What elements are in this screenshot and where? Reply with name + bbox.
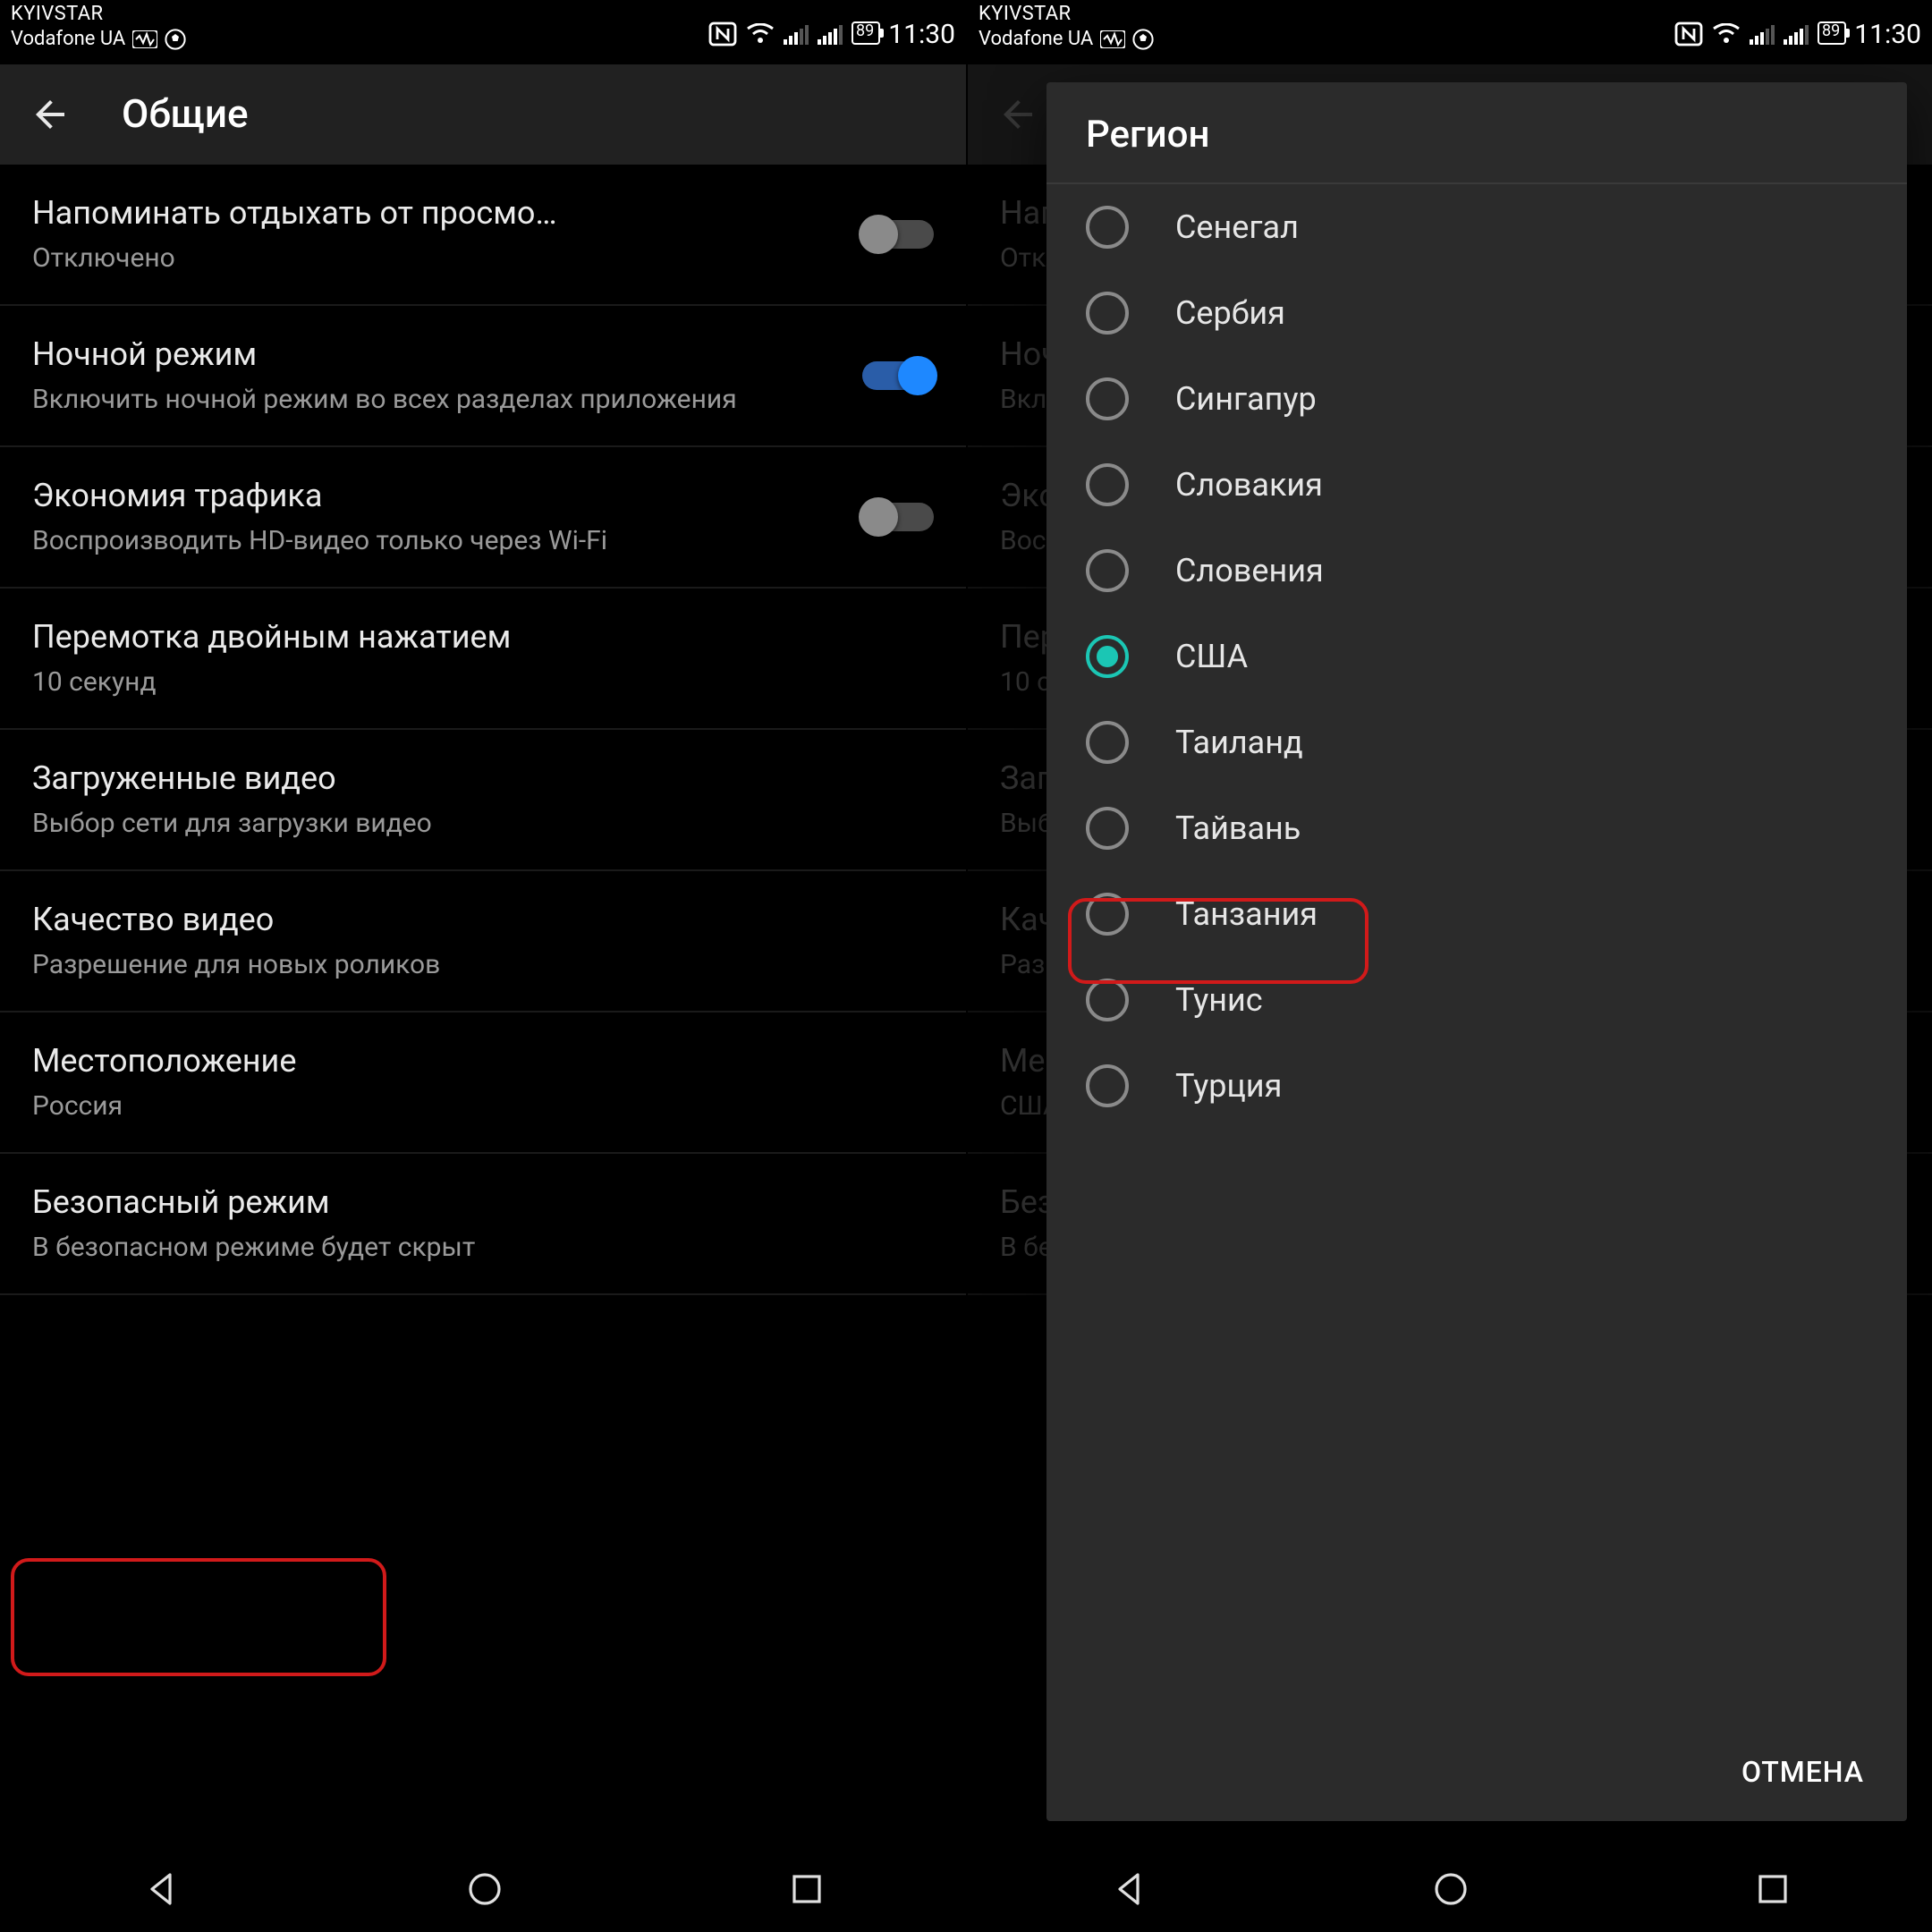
region-options[interactable]: Сенегал Сербия Сингапур Словакия Словени… (1046, 184, 1907, 1726)
activity-icon (132, 30, 157, 48)
nav-home-icon[interactable] (465, 1869, 504, 1909)
battery-indicator: 89 (1817, 21, 1845, 45)
region-option[interactable]: Сербия (1046, 270, 1907, 356)
region-option[interactable]: Словения (1046, 528, 1907, 614)
toggle-data-saver[interactable] (862, 503, 934, 531)
radio-icon (1086, 292, 1129, 335)
clock: 11:30 (1854, 21, 1921, 46)
radio-icon (1086, 377, 1129, 420)
radio-icon (1086, 979, 1129, 1021)
nav-recents-icon[interactable] (788, 1871, 824, 1907)
region-dialog: Регион Сенегал Сербия Сингапур Словакия … (1046, 82, 1907, 1821)
nfc-icon (1674, 21, 1702, 46)
carrier-1: KYIVSTAR (979, 2, 1154, 27)
region-option[interactable]: Сингапур (1046, 356, 1907, 442)
app-bar: Общие (0, 64, 966, 165)
radio-icon (1086, 635, 1129, 678)
setting-downloads[interactable]: Загруженные видеоВыбор сети для загрузки… (0, 730, 966, 871)
toggle-remind-break[interactable] (862, 220, 934, 249)
region-option[interactable]: Танзания (1046, 871, 1907, 957)
setting-data-saver[interactable]: Экономия трафикаВоспроизводить HD-видео … (0, 447, 966, 589)
carrier-2: Vodafone UA (11, 27, 125, 52)
region-option[interactable]: Сенегал (1046, 184, 1907, 270)
nav-home-icon[interactable] (1432, 1869, 1471, 1909)
setting-remind-break[interactable]: Напоминать отдыхать от просмо…Отключено (0, 165, 966, 306)
screenshot-right: KYIVSTAR Vodafone UA 89 11:30 (966, 0, 1932, 1932)
setting-double-tap-seek[interactable]: Перемотка двойным нажатием10 секунд (0, 589, 966, 730)
signal-1-icon (1749, 22, 1774, 44)
toggle-night-mode[interactable] (862, 361, 934, 390)
nav-recents-icon[interactable] (1755, 1871, 1791, 1907)
football-icon (1132, 29, 1154, 50)
setting-video-quality[interactable]: Качество видеоРазрешение для новых ролик… (0, 871, 966, 1013)
nav-bar (0, 1846, 966, 1932)
region-option-selected[interactable]: США (1046, 614, 1907, 699)
radio-icon (1086, 807, 1129, 850)
battery-indicator: 89 (851, 21, 879, 45)
radio-icon (1086, 206, 1129, 249)
setting-location[interactable]: МестоположениеРоссия (0, 1013, 966, 1154)
radio-icon (1086, 1064, 1129, 1107)
settings-list[interactable]: Напоминать отдыхать от просмо…Отключено … (0, 165, 966, 1295)
screenshot-left: KYIVSTAR Vodafone UA 89 11:30 Общие (0, 0, 966, 1932)
nav-back-icon[interactable] (142, 1869, 182, 1909)
region-option[interactable]: Таиланд (1046, 699, 1907, 785)
highlight-location (11, 1558, 386, 1676)
radio-icon (1086, 463, 1129, 506)
signal-2-icon (817, 22, 842, 44)
setting-safe-mode[interactable]: Безопасный режимВ безопасном режиме буде… (0, 1154, 966, 1295)
back-button[interactable] (14, 79, 86, 150)
region-option[interactable]: Тайвань (1046, 785, 1907, 871)
clock: 11:30 (888, 21, 955, 46)
carrier-1: KYIVSTAR (11, 2, 186, 27)
setting-night-mode[interactable]: Ночной режимВключить ночной режим во все… (0, 306, 966, 447)
status-bar: KYIVSTAR Vodafone UA 89 11:30 (968, 0, 1932, 64)
status-bar: KYIVSTAR Vodafone UA 89 11:30 (0, 0, 966, 64)
radio-icon (1086, 893, 1129, 936)
wifi-icon (745, 22, 774, 44)
nav-bar (968, 1846, 1932, 1932)
signal-1-icon (783, 22, 808, 44)
wifi-icon (1711, 22, 1740, 44)
nav-back-icon[interactable] (1109, 1869, 1148, 1909)
cancel-button[interactable]: ОТМЕНА (1724, 1741, 1882, 1803)
football-icon (165, 29, 186, 50)
dialog-title: Регион (1046, 82, 1907, 184)
radio-icon (1086, 549, 1129, 592)
radio-icon (1086, 721, 1129, 764)
activity-icon (1100, 30, 1125, 48)
region-option[interactable]: Турция (1046, 1043, 1907, 1129)
region-option[interactable]: Словакия (1046, 442, 1907, 528)
page-title: Общие (122, 92, 249, 137)
signal-2-icon (1783, 22, 1808, 44)
nfc-icon (708, 21, 736, 46)
region-option[interactable]: Тунис (1046, 957, 1907, 1043)
carrier-2: Vodafone UA (979, 27, 1093, 52)
